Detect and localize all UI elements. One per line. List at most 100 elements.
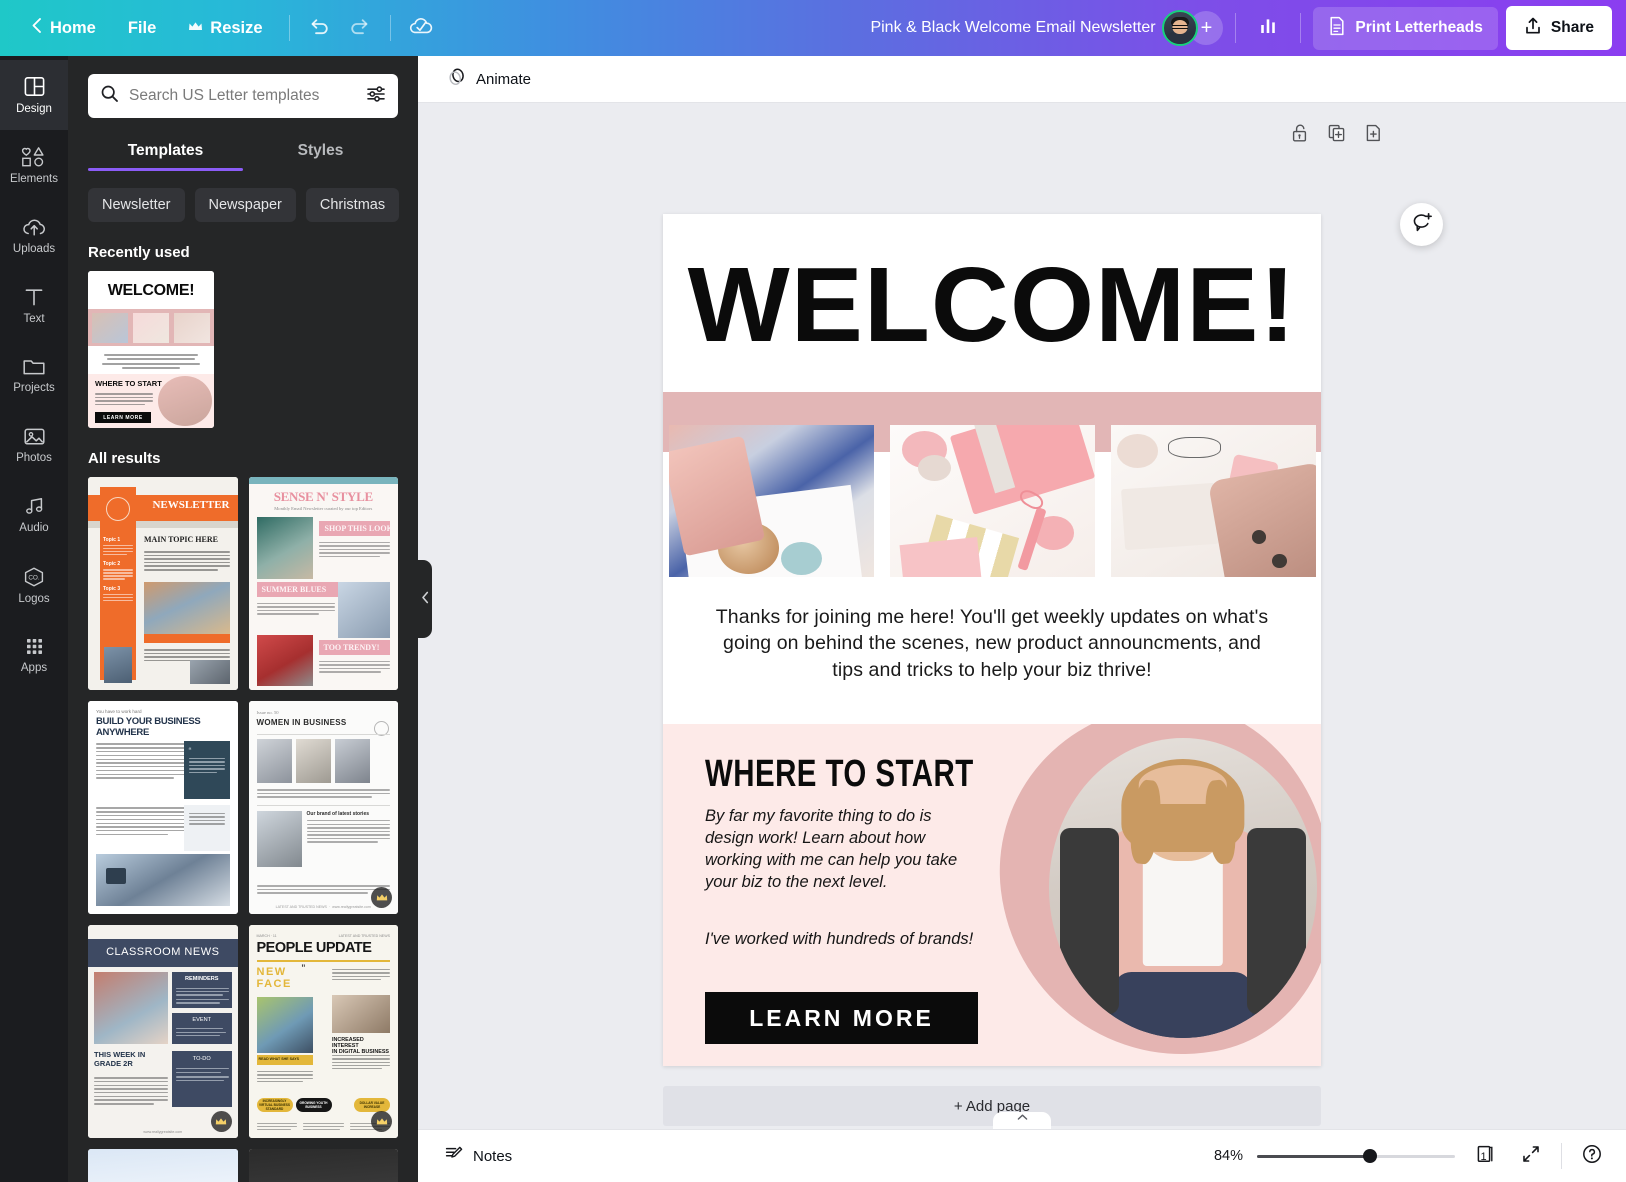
search-input[interactable]	[129, 87, 356, 105]
avatar[interactable]	[1162, 10, 1199, 46]
template-card[interactable]: CLASSROOM NEWS REMINDERS EVENT THIS WEEK…	[88, 925, 238, 1138]
fullscreen-button[interactable]	[1515, 1140, 1547, 1172]
sidebar-item-apps[interactable]: Apps	[0, 620, 68, 690]
sidebar-item-logos[interactable]: CO. Logos	[0, 550, 68, 620]
desk-essentials-photo[interactable]	[1110, 425, 1316, 577]
template-art: MARCH · 11 LATEST AND TRUSTED NEWS PEOPL…	[248, 925, 398, 1138]
template-card[interactable]: You have to work hard BUILD YOUR BUSINES…	[88, 701, 238, 914]
sidebar-item-design[interactable]: Design	[0, 60, 68, 130]
top-bar-right-group: + Print Letterheads Share	[1162, 0, 1612, 56]
sidebar-item-label: Projects	[13, 382, 55, 394]
design-page[interactable]: WELCOME! Thanks for joining me here! You…	[663, 214, 1321, 1066]
pro-crown-badge	[371, 1111, 392, 1132]
main-area: Animate WELCOME! Thanks for joining me h…	[418, 56, 1626, 1182]
photo-strip	[663, 425, 1321, 577]
top-bar-left-group: Home File Resize	[0, 8, 441, 48]
template-card[interactable]: Issue no. 50 WOMEN IN BUSINESS Our brand…	[248, 701, 398, 914]
notes-label: Notes	[473, 1147, 513, 1165]
chip-christmas[interactable]: Christmas	[305, 188, 400, 222]
print-letterheads-label: Print Letterheads	[1355, 19, 1483, 36]
page-tools	[1290, 123, 1383, 148]
template-art	[88, 1149, 238, 1182]
recent-template-art: WELCOME! WHERE TO START LEARN MORE	[88, 271, 214, 428]
avatar-group: +	[1162, 10, 1224, 46]
design-paragraph-1[interactable]: By far my favorite thing to do is design…	[705, 806, 977, 894]
animate-icon	[446, 67, 467, 92]
animate-button[interactable]: Animate	[436, 61, 541, 98]
document-title[interactable]: Pink & Black Welcome Email Newsletter	[870, 19, 1155, 37]
search-box[interactable]	[88, 74, 398, 118]
notes-icon	[444, 1144, 464, 1168]
sidebar-item-photos[interactable]: Photos	[0, 410, 68, 480]
share-upload-icon	[1524, 16, 1542, 40]
woman-in-pink-cardigan-portrait[interactable]	[1049, 738, 1317, 1038]
bottom-bar-right: 84% 1	[1205, 1140, 1626, 1172]
template-card[interactable]: NEWSLETTER Topic 1 Topic 2 Topic 3 MAIN …	[88, 477, 238, 690]
left-rail: Design Elements Uploads Text Projects Ph…	[0, 56, 68, 1182]
redo-button[interactable]	[340, 8, 380, 48]
coffee-and-notebook-photo[interactable]	[668, 425, 874, 577]
template-card[interactable]	[248, 1149, 398, 1182]
cloud-up-icon	[21, 216, 47, 238]
lock-page-button[interactable]	[1290, 123, 1309, 148]
pink-stationery-flatlay-photo[interactable]	[889, 425, 1095, 577]
sidebar-item-audio[interactable]: Audio	[0, 480, 68, 550]
design-body-copy[interactable]: Thanks for joining me here! You'll get w…	[709, 604, 1275, 683]
bar-chart-icon	[1258, 16, 1278, 41]
design-lower-section: WHERE TO START By far my favorite thing …	[663, 724, 1321, 1066]
file-button[interactable]: File	[112, 11, 172, 46]
chip-newspaper[interactable]: Newspaper	[194, 188, 296, 222]
add-page-strip[interactable]: + Add page	[663, 1086, 1321, 1126]
sidebar-item-label: Design	[16, 103, 52, 115]
panel-collapse-handle[interactable]	[418, 560, 432, 638]
duplicate-page-button[interactable]	[1327, 123, 1346, 148]
sidebar-item-text[interactable]: Text	[0, 270, 68, 340]
design-section-heading[interactable]: WHERE TO START	[705, 752, 974, 796]
add-comment-button[interactable]	[1400, 203, 1443, 246]
sidebar-item-label: Logos	[18, 592, 50, 605]
tab-styles[interactable]: Styles	[243, 132, 398, 171]
design-heading[interactable]: WELCOME!	[663, 214, 1321, 361]
canvas-toolbar: Animate	[418, 56, 1626, 103]
chip-newsletter[interactable]: Newsletter	[88, 188, 185, 222]
notes-button[interactable]: Notes	[434, 1137, 522, 1175]
page-count-button[interactable]: 1	[1469, 1140, 1501, 1172]
sidebar-item-elements[interactable]: Elements	[0, 130, 68, 200]
add-page-button[interactable]	[1364, 123, 1383, 148]
design-paragraph-2[interactable]: I've worked with hundreds of brands!	[705, 929, 977, 951]
home-button[interactable]: Home	[14, 9, 112, 47]
template-card[interactable]: MARCH · 11 LATEST AND TRUSTED NEWS PEOPL…	[248, 925, 398, 1138]
animate-label: Animate	[476, 70, 532, 88]
layout-icon	[23, 75, 46, 98]
template-art: SENSE N' STYLE Monthly Email Newsletter …	[248, 477, 398, 690]
right-divider	[1235, 13, 1237, 43]
template-card[interactable]: SENSE N' STYLE Monthly Email Newsletter …	[248, 477, 398, 690]
bottom-divider	[1561, 1143, 1562, 1169]
filter-sliders-icon[interactable]	[366, 85, 386, 108]
tab-templates[interactable]: Templates	[88, 132, 243, 171]
template-card[interactable]	[88, 1149, 238, 1182]
panel-tabs: Templates Styles	[68, 132, 418, 171]
notes-expand-tab[interactable]	[993, 1112, 1051, 1129]
sidebar-item-uploads[interactable]: Uploads	[0, 200, 68, 270]
sidebar-item-projects[interactable]: Projects	[0, 340, 68, 410]
zoom-slider[interactable]	[1257, 1146, 1455, 1166]
avatar-glasses	[1172, 25, 1189, 29]
help-button[interactable]	[1576, 1140, 1608, 1172]
share-button[interactable]: Share	[1505, 6, 1612, 50]
cloud-save-button[interactable]	[401, 8, 441, 48]
recent-template-thumb[interactable]: WELCOME! WHERE TO START LEARN MORE	[88, 271, 214, 428]
pro-crown-badge	[371, 887, 392, 908]
undo-button[interactable]	[300, 8, 340, 48]
learn-more-button[interactable]: LEARN MORE	[705, 992, 978, 1044]
print-letterheads-button[interactable]: Print Letterheads	[1313, 6, 1498, 50]
cloud-saved-icon	[408, 15, 434, 42]
template-art: You have to work hard BUILD YOUR BUSINES…	[88, 701, 238, 914]
canvas-scroll-area[interactable]: WELCOME! Thanks for joining me here! You…	[418, 103, 1626, 1129]
chevron-right-icon[interactable]	[409, 190, 418, 221]
zoom-slider-knob[interactable]	[1362, 1149, 1377, 1163]
search-icon	[100, 84, 119, 108]
insights-button[interactable]	[1248, 8, 1288, 48]
sidebar-item-label: Elements	[10, 172, 58, 185]
resize-button[interactable]: Resize	[172, 11, 278, 46]
